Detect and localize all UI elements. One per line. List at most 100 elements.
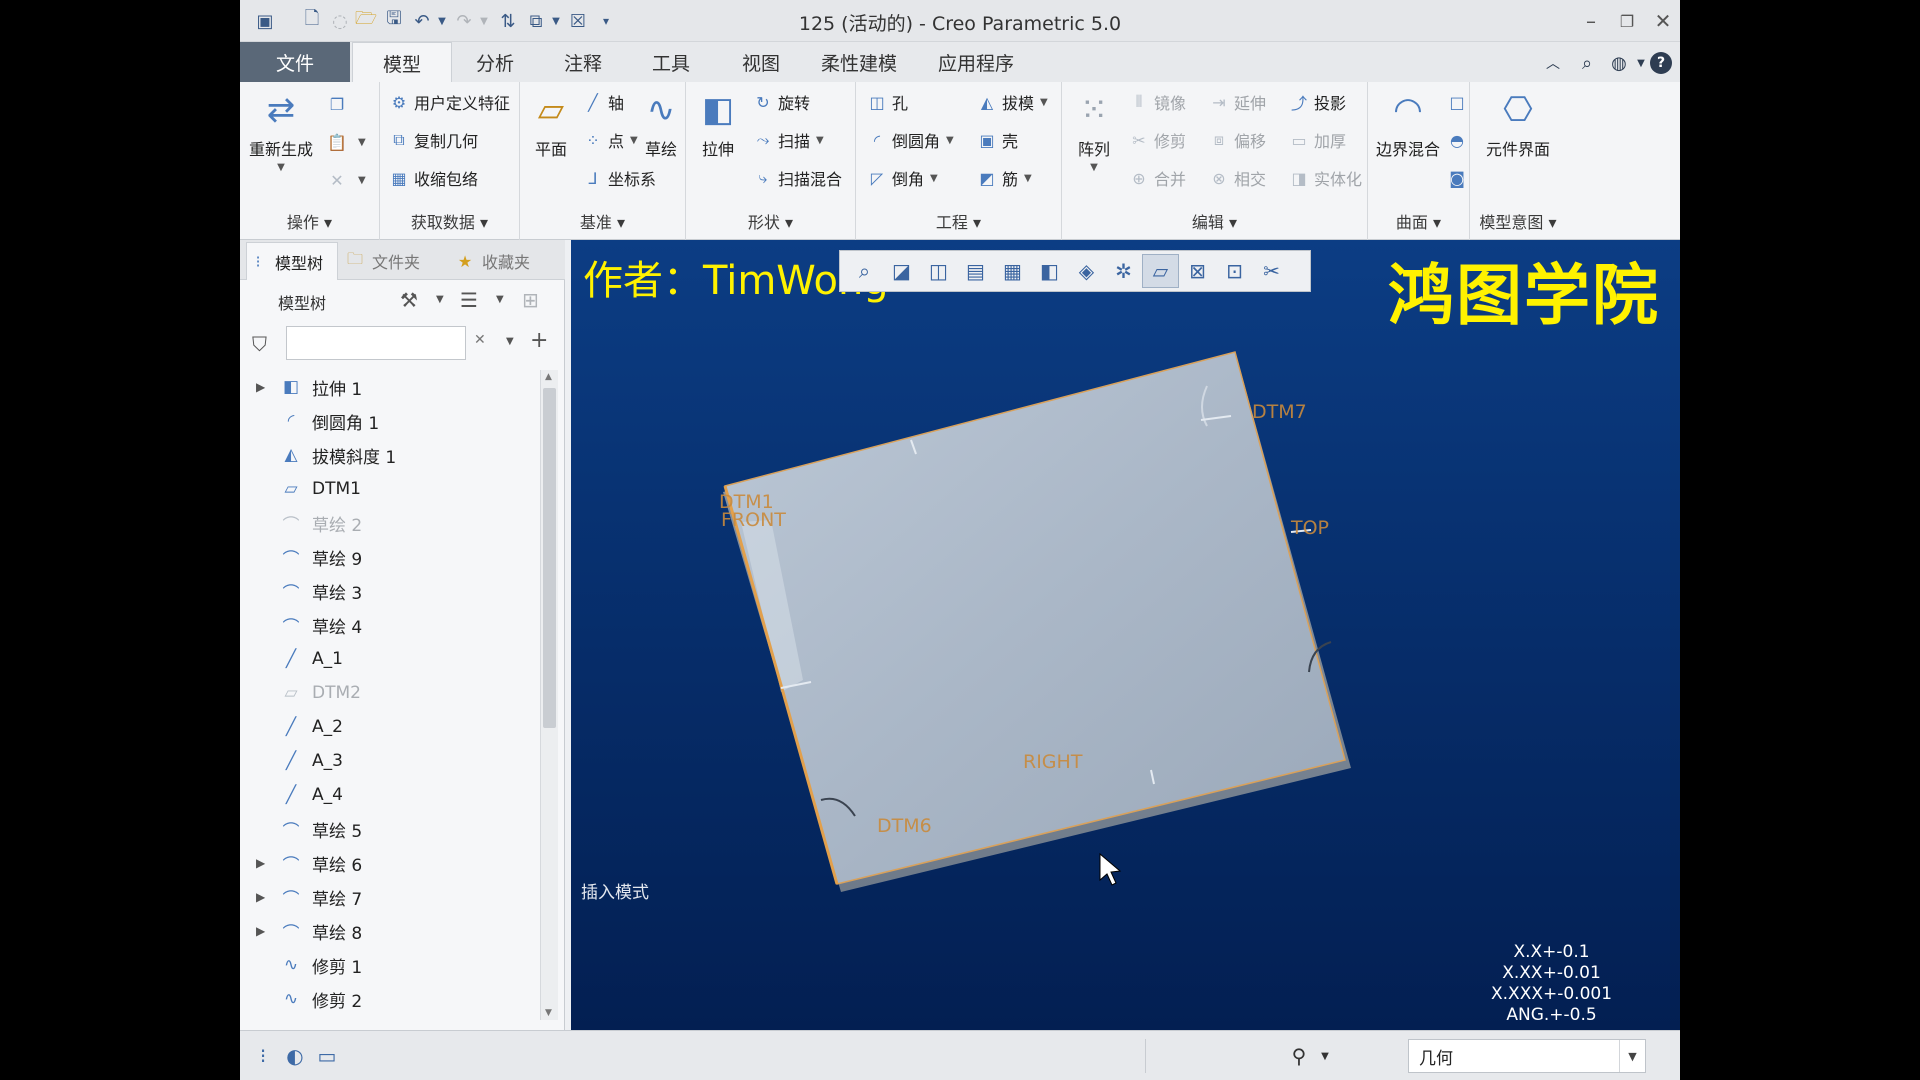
scroll-down-icon[interactable]: ▼ xyxy=(545,1008,552,1018)
scroll-up-icon[interactable]: ▲ xyxy=(545,372,552,382)
tab-model-tree[interactable]: ⁝ 模型树 xyxy=(246,242,338,280)
tree-filter-icon[interactable]: ⊞ xyxy=(522,288,539,312)
boundary-blend-button[interactable]: ◠ 边界混合 xyxy=(1372,88,1444,160)
show-icon[interactable]: ☰ xyxy=(460,288,478,312)
tree-item[interactable]: ⌒ 草绘 5 xyxy=(240,812,540,846)
csys-button[interactable]: ⅃ 坐标系 xyxy=(582,164,656,192)
tree-item[interactable]: ◜ 倒圆角 1 xyxy=(240,404,540,438)
datum-plane-button[interactable]: ▱ 平面 xyxy=(526,88,576,160)
tab-flexible-modeling[interactable]: 柔性建模 xyxy=(804,42,914,82)
help-icon[interactable]: ? xyxy=(1650,52,1672,74)
solidify-button[interactable]: ◨ 实体化 xyxy=(1288,164,1362,192)
tree-item[interactable]: ▶ ◧ 拉伸 1 xyxy=(240,370,540,404)
point-display-icon[interactable]: ⊡ xyxy=(1216,254,1253,288)
datum-point-button[interactable]: ⁘ 点 ▼ xyxy=(582,126,637,154)
tree-item[interactable]: ⌒ 草绘 3 xyxy=(240,574,540,608)
tab-applications[interactable]: 应用程序 xyxy=(916,42,1036,82)
trim-button[interactable]: ✂ 修剪 xyxy=(1128,126,1186,154)
copy-geometry-button[interactable]: ⧉ 复制几何 xyxy=(388,126,478,154)
offset-button[interactable]: ⧈ 偏移 xyxy=(1208,126,1266,154)
search-icon[interactable]: ⌕ xyxy=(1574,50,1600,76)
tree-item[interactable]: ▶ ⌒ 草绘 6 xyxy=(240,846,540,880)
group-datum-label[interactable]: 基准 ▾ xyxy=(520,210,685,236)
paste-dropdown-icon[interactable]: ▼ xyxy=(358,137,366,148)
expand-arrow-icon[interactable]: ▶ xyxy=(256,890,265,904)
datum-label-top[interactable]: TOP xyxy=(1290,517,1329,539)
windows-dropdown-icon[interactable]: ▼ xyxy=(544,9,568,33)
datum-label-right[interactable]: RIGHT xyxy=(1023,751,1083,773)
delete-dropdown-icon[interactable]: ▼ xyxy=(358,175,366,186)
copy-button[interactable]: ❐ xyxy=(326,90,352,118)
open-session-icon[interactable]: ◌ xyxy=(328,9,352,33)
redo-dropdown-icon[interactable]: ▼ xyxy=(472,9,496,33)
fill-surface-button[interactable]: □ xyxy=(1446,88,1472,116)
scrollbar-thumb[interactable] xyxy=(543,388,556,728)
tab-analysis[interactable]: 分析 xyxy=(452,42,538,82)
display-style-icon[interactable]: ◈ xyxy=(1068,254,1105,288)
expand-arrow-icon[interactable]: ▶ xyxy=(256,924,265,938)
window-close-icon[interactable]: ✕ xyxy=(1646,6,1680,36)
tab-folder[interactable]: 🗀 文件夹 xyxy=(344,242,440,280)
udf-button[interactable]: ⚙ 用户定义特征 xyxy=(388,88,510,116)
chamfer-button[interactable]: ◸ 倒角 ▼ xyxy=(866,164,938,192)
tree-item[interactable]: ∿ 修剪 1 xyxy=(240,948,540,982)
tree-item[interactable]: ╱ A_3 xyxy=(240,744,540,778)
datum-label-dtm7[interactable]: DTM7 xyxy=(1252,401,1307,423)
part-body[interactable] xyxy=(723,351,1351,892)
tab-annotate[interactable]: 注释 xyxy=(540,42,626,82)
tab-view[interactable]: 视图 xyxy=(718,42,804,82)
app-icon[interactable]: ▣ xyxy=(253,9,277,33)
delete-button[interactable]: ✕ ▼ xyxy=(326,166,366,194)
clear-search-icon[interactable]: ✕ xyxy=(474,332,486,348)
show-browser-icon[interactable]: ◐ xyxy=(280,1041,310,1071)
tab-tools[interactable]: 工具 xyxy=(626,42,716,82)
pattern-button[interactable]: ⁙ 阵列 ▼ xyxy=(1068,88,1120,173)
tab-favorites[interactable]: ★ 收藏夹 xyxy=(454,242,560,280)
tab-model[interactable]: 模型 xyxy=(352,42,452,83)
tree-item[interactable]: ╱ A_2 xyxy=(240,710,540,744)
group-engineering-label[interactable]: 工程 ▾ xyxy=(856,210,1061,236)
tree-scrollbar[interactable]: ▲ ▼ xyxy=(540,370,558,1020)
tree-item[interactable]: ⌒ 草绘 9 xyxy=(240,540,540,574)
hole-button[interactable]: ◫ 孔 xyxy=(866,88,908,116)
tree-item[interactable]: ▶ ⌒ 草绘 7 xyxy=(240,880,540,914)
datum-label-dtm6[interactable]: DTM6 xyxy=(877,815,932,837)
group-editing-label[interactable]: 编辑 ▾ xyxy=(1062,210,1367,236)
chevron-down-icon[interactable]: ▼ xyxy=(1619,1040,1645,1072)
datum-axis-button[interactable]: ╱ 轴 xyxy=(582,88,624,116)
style-surface-button[interactable]: ◓ xyxy=(1446,126,1472,154)
tab-file[interactable]: 文件 xyxy=(240,42,350,82)
shrinkwrap-button[interactable]: ▦ 收缩包络 xyxy=(388,164,478,192)
repaint-icon[interactable]: ▤ xyxy=(957,254,994,288)
settings-dropdown-icon[interactable]: ▼ xyxy=(436,294,444,305)
saved-orientations-icon[interactable]: ▦ xyxy=(994,254,1031,288)
tree-item[interactable]: ▱ DTM2 xyxy=(240,676,540,710)
sweep-button[interactable]: ⤳ 扫描 ▼ xyxy=(752,126,824,154)
part-model[interactable]: DTM7 DTM1 FRONT TOP RIGHT DTM6 xyxy=(571,240,1680,1030)
axis-display-icon[interactable]: ⊠ xyxy=(1179,254,1216,288)
tree-item[interactable]: ▱ DTM1 xyxy=(240,472,540,506)
settings-icon[interactable]: ⚒ xyxy=(400,288,418,312)
group-surfaces-label[interactable]: 曲面 ▾ xyxy=(1368,210,1469,236)
chamfer-dropdown-icon[interactable]: ▼ xyxy=(930,173,938,184)
zoom-out-icon[interactable]: ◫ xyxy=(920,254,957,288)
paste-button[interactable]: 📋 ▼ xyxy=(326,128,366,156)
round-button[interactable]: ◜ 倒圆角 ▼ xyxy=(866,126,954,154)
round-dropdown-icon[interactable]: ▼ xyxy=(946,135,954,146)
mirror-button[interactable]: ⫴ 镜像 xyxy=(1128,88,1186,116)
tree-item[interactable]: ∿ 修剪 2 xyxy=(240,982,540,1016)
part-top-face[interactable] xyxy=(724,351,1346,885)
datum-display-icon[interactable]: ✲ xyxy=(1105,254,1142,288)
selection-filter-dropdown[interactable]: 几何 ▼ xyxy=(1408,1039,1646,1073)
group-model-intent-label[interactable]: 模型意图 ▾ xyxy=(1470,210,1566,236)
expand-arrow-icon[interactable]: ▶ xyxy=(256,380,265,394)
intersect-button[interactable]: ⊗ 相交 xyxy=(1208,164,1266,192)
expand-arrow-icon[interactable]: ▶ xyxy=(256,856,265,870)
minimize-icon[interactable]: – xyxy=(1574,6,1608,36)
graphics-viewport[interactable]: DTM7 DTM1 FRONT TOP RIGHT DTM6 作者：TimWon… xyxy=(571,240,1680,1030)
revolve-button[interactable]: ↻ 旋转 xyxy=(752,88,810,116)
refit-icon[interactable]: ⌕ xyxy=(846,254,883,288)
shell-button[interactable]: ▣ 壳 xyxy=(976,126,1018,154)
tree-item[interactable]: ⌒ 草绘 2 xyxy=(240,506,540,540)
plane-display-icon[interactable]: ▱ xyxy=(1142,254,1179,288)
